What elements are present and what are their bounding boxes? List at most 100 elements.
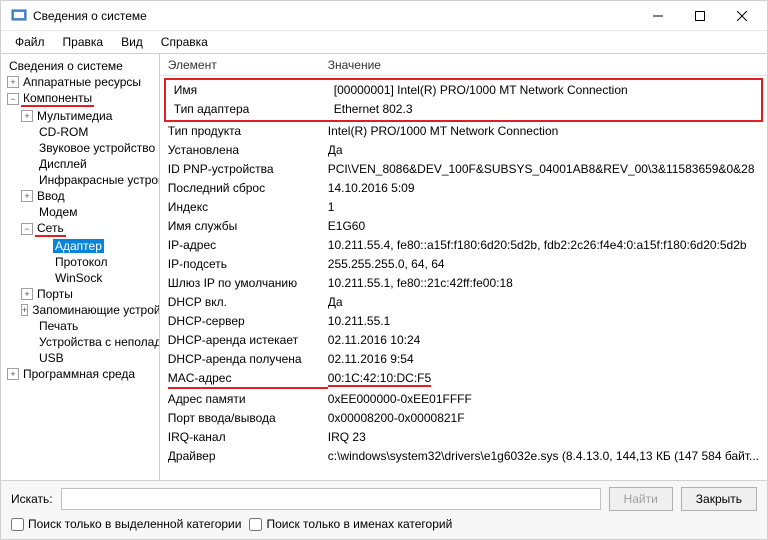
- expand-icon[interactable]: +: [21, 288, 33, 300]
- grid-row[interactable]: Шлюз IP по умолчанию10.211.55.1, fe80::2…: [160, 274, 767, 293]
- tree-network[interactable]: −Сеть: [3, 220, 157, 238]
- cell-key: Установлена: [168, 142, 328, 159]
- grid-row[interactable]: DHCP-аренда получена02.11.2016 9:54: [160, 350, 767, 369]
- tree-sound[interactable]: Звуковое устройство: [3, 140, 157, 156]
- grid-row[interactable]: Адрес памяти0xEE000000-0xEE01FFFF: [160, 390, 767, 409]
- tree-cdrom[interactable]: CD-ROM: [3, 124, 157, 140]
- cell-key: Драйвер: [168, 448, 328, 465]
- cell-key: Имя службы: [168, 218, 328, 235]
- cell-key: Индекс: [168, 199, 328, 216]
- cell-key: Тип продукта: [168, 123, 328, 140]
- cell-value: 10.211.55.1: [328, 313, 759, 330]
- cell-value: Да: [328, 294, 759, 311]
- tree-printing[interactable]: Печать: [3, 318, 157, 334]
- cell-value: 1: [328, 199, 759, 216]
- tree-display[interactable]: Дисплей: [3, 156, 157, 172]
- nav-tree[interactable]: Сведения о системе +Аппаратные ресурсы −…: [1, 54, 160, 480]
- maximize-button[interactable]: [679, 2, 721, 30]
- cell-value: 10.211.55.1, fe80::21c:42ff:fe00:18: [328, 275, 759, 292]
- menu-edit[interactable]: Правка: [55, 33, 112, 51]
- cell-value: Ethernet 802.3: [334, 101, 753, 118]
- details-panel: Элемент Значение Имя[00000001] Intel(R) …: [160, 54, 767, 480]
- cb-selected-category[interactable]: Поиск только в выделенной категории: [11, 517, 241, 531]
- close-button[interactable]: [721, 2, 763, 30]
- grid-row[interactable]: IP-адрес10.211.55.4, fe80::a15f:f180:6d2…: [160, 236, 767, 255]
- cell-value: E1G60: [328, 218, 759, 235]
- minimize-button[interactable]: [637, 2, 679, 30]
- collapse-icon[interactable]: −: [7, 93, 19, 105]
- cell-value: Да: [328, 142, 759, 159]
- grid-row[interactable]: ID PNP-устройстваPCI\VEN_8086&DEV_100F&S…: [160, 160, 767, 179]
- titlebar: Сведения о системе: [1, 1, 767, 31]
- tree-software[interactable]: +Программная среда: [3, 366, 157, 382]
- tree-problem[interactable]: Устройства с неполадками: [3, 334, 157, 350]
- tree-ports[interactable]: +Порты: [3, 286, 157, 302]
- cell-value: Intel(R) PRO/1000 MT Network Connection: [328, 123, 759, 140]
- grid-row[interactable]: Имя службыE1G60: [160, 217, 767, 236]
- expand-icon[interactable]: +: [7, 76, 19, 88]
- grid-body[interactable]: Имя[00000001] Intel(R) PRO/1000 MT Netwo…: [160, 76, 767, 480]
- close-footer-button[interactable]: Закрыть: [681, 487, 757, 511]
- tree-winsock[interactable]: WinSock: [3, 270, 157, 286]
- cell-key: IRQ-канал: [168, 429, 328, 446]
- grid-row[interactable]: Последний сброс14.10.2016 5:09: [160, 179, 767, 198]
- cell-value: 10.211.55.4, fe80::a15f:f180:6d20:5d2b, …: [328, 237, 759, 254]
- tree-input[interactable]: +Ввод: [3, 188, 157, 204]
- menu-file[interactable]: Файл: [7, 33, 53, 51]
- menubar: Файл Правка Вид Справка: [1, 31, 767, 53]
- grid-row[interactable]: Тип продуктаIntel(R) PRO/1000 MT Network…: [160, 122, 767, 141]
- expand-icon[interactable]: +: [21, 190, 33, 202]
- cell-value: 14.10.2016 5:09: [328, 180, 759, 197]
- grid-row[interactable]: DHCP-сервер10.211.55.1: [160, 312, 767, 331]
- grid-row[interactable]: DHCP вкл.Да: [160, 293, 767, 312]
- cell-value: 02.11.2016 9:54: [328, 351, 759, 368]
- grid-row[interactable]: DHCP-аренда истекает02.11.2016 10:24: [160, 331, 767, 350]
- collapse-icon[interactable]: −: [21, 223, 33, 235]
- cell-value: 00:1C:42:10:DC:F5: [328, 370, 759, 389]
- tree-components[interactable]: −Компоненты: [3, 90, 157, 108]
- menu-view[interactable]: Вид: [113, 33, 151, 51]
- cell-key: ID PNP-устройства: [168, 161, 328, 178]
- cell-value: 0xEE000000-0xEE01FFFF: [328, 391, 759, 408]
- grid-row[interactable]: Драйверc:\windows\system32\drivers\e1g60…: [160, 447, 767, 466]
- expand-icon[interactable]: +: [21, 304, 28, 316]
- cell-value: PCI\VEN_8086&DEV_100F&SUBSYS_04001AB8&RE…: [328, 161, 759, 178]
- cell-key: DHCP вкл.: [168, 294, 328, 311]
- cell-key: IP-подсеть: [168, 256, 328, 273]
- expand-icon[interactable]: +: [21, 110, 33, 122]
- grid-row[interactable]: Имя[00000001] Intel(R) PRO/1000 MT Netwo…: [166, 81, 761, 100]
- tree-infrared[interactable]: Инфракрасные устройства: [3, 172, 157, 188]
- grid-header[interactable]: Элемент Значение: [160, 54, 767, 76]
- grid-row[interactable]: УстановленаДа: [160, 141, 767, 160]
- tree-protocol[interactable]: Протокол: [3, 254, 157, 270]
- cell-key: Порт ввода/вывода: [168, 410, 328, 427]
- col-element[interactable]: Элемент: [168, 58, 328, 72]
- cb-names-only[interactable]: Поиск только в именах категорий: [249, 517, 452, 531]
- tree-adapter[interactable]: Адаптер: [3, 238, 157, 254]
- menu-help[interactable]: Справка: [153, 33, 216, 51]
- footer: Искать: Найти Закрыть Поиск только в выд…: [1, 480, 767, 539]
- search-input[interactable]: [61, 488, 601, 510]
- cell-key: MAC-адрес: [168, 370, 328, 389]
- cell-key: Адрес памяти: [168, 391, 328, 408]
- grid-row[interactable]: MAC-адрес00:1C:42:10:DC:F5: [160, 369, 767, 390]
- tree-root[interactable]: Сведения о системе: [3, 58, 157, 74]
- tree-multimedia[interactable]: +Мультимедиа: [3, 108, 157, 124]
- tree-storage[interactable]: +Запоминающие устройства: [3, 302, 157, 318]
- cell-value: c:\windows\system32\drivers\e1g6032e.sys…: [328, 448, 759, 465]
- grid-row[interactable]: Индекс1: [160, 198, 767, 217]
- cell-key: Шлюз IP по умолчанию: [168, 275, 328, 292]
- cell-key: Последний сброс: [168, 180, 328, 197]
- grid-row[interactable]: Тип адаптераEthernet 802.3: [166, 100, 761, 119]
- cell-value: 255.255.255.0, 64, 64: [328, 256, 759, 273]
- grid-row[interactable]: IRQ-каналIRQ 23: [160, 428, 767, 447]
- col-value[interactable]: Значение: [328, 58, 759, 72]
- grid-row[interactable]: IP-подсеть255.255.255.0, 64, 64: [160, 255, 767, 274]
- cell-key: Имя: [174, 82, 334, 99]
- tree-modem[interactable]: Модем: [3, 204, 157, 220]
- tree-usb[interactable]: USB: [3, 350, 157, 366]
- grid-row[interactable]: Порт ввода/вывода0x00008200-0x0000821F: [160, 409, 767, 428]
- find-button[interactable]: Найти: [609, 487, 673, 511]
- tree-hardware[interactable]: +Аппаратные ресурсы: [3, 74, 157, 90]
- expand-icon[interactable]: +: [7, 368, 19, 380]
